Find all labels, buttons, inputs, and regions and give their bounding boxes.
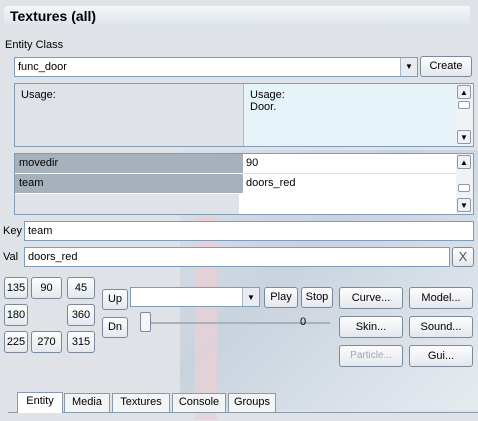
usage-left: Usage: <box>15 84 244 146</box>
value-cell: 90 <box>243 154 459 174</box>
table-row[interactable]: movedir 90 <box>15 154 459 174</box>
val-label: Val <box>3 251 19 263</box>
skin-button[interactable]: Skin... <box>339 316 403 338</box>
tab-baseline <box>8 412 478 413</box>
chevron-up-icon[interactable]: ▲ <box>457 85 471 99</box>
tab-console[interactable]: Console <box>172 393 226 412</box>
angle-45-button[interactable]: 45 <box>67 277 95 299</box>
angle-90-button[interactable]: 90 <box>31 277 62 299</box>
usage-panel: Usage: Usage: Door. ▲ ▼ <box>14 83 474 147</box>
stop-button[interactable]: Stop <box>301 287 333 308</box>
value-cell: doors_red <box>243 174 459 193</box>
sound-button[interactable]: Sound... <box>409 316 473 338</box>
tab-entity[interactable]: Entity <box>17 392 63 413</box>
angle-315-button[interactable]: 315 <box>67 331 95 353</box>
keyvalue-list: movedir 90 team doors_red ▲ ▼ <box>14 153 474 215</box>
table-row[interactable]: team doors_red <box>15 174 459 194</box>
tab-textures[interactable]: Textures <box>112 393 170 412</box>
play-button[interactable]: Play <box>264 287 298 308</box>
panel-title: Textures (all) <box>4 6 470 26</box>
entity-class-value: func_door <box>18 61 67 73</box>
scroll-thumb[interactable] <box>458 101 470 109</box>
tab-media[interactable]: Media <box>64 393 110 412</box>
angle-225-button[interactable]: 225 <box>4 331 28 353</box>
up-button[interactable]: Up <box>102 289 128 310</box>
key-cell: team <box>15 174 243 193</box>
angle-360-button[interactable]: 360 <box>67 304 95 326</box>
chevron-up-icon[interactable]: ▲ <box>457 155 471 169</box>
entity-class-select[interactable]: func_door ▼ <box>14 57 418 77</box>
usage-text: Door. <box>250 101 277 113</box>
usage-right: Usage: Door. <box>244 84 456 146</box>
entity-class-label: Entity Class <box>5 39 64 51</box>
chevron-down-icon[interactable]: ▼ <box>457 198 471 212</box>
scroll-thumb[interactable] <box>458 184 470 192</box>
chevron-down-icon[interactable]: ▼ <box>242 288 259 306</box>
chevron-down-icon[interactable]: ▼ <box>400 58 417 76</box>
angle-180-button[interactable]: 180 <box>4 304 28 326</box>
volume-slider-thumb[interactable] <box>140 312 151 332</box>
key-input[interactable]: team <box>24 221 474 241</box>
key-label: Key <box>3 225 22 237</box>
curve-button[interactable]: Curve... <box>339 287 403 309</box>
create-button[interactable]: Create <box>420 56 472 77</box>
angle-270-button[interactable]: 270 <box>31 331 62 353</box>
keyvalue-scrollbar[interactable]: ▲ ▼ <box>456 154 473 214</box>
gui-button[interactable]: Gui... <box>409 345 473 367</box>
key-cell: movedir <box>15 154 243 174</box>
angle-135-button[interactable]: 135 <box>4 277 28 299</box>
clear-icon[interactable]: X <box>452 247 474 267</box>
model-button[interactable]: Model... <box>409 287 473 309</box>
sound-select[interactable]: ▼ <box>130 287 260 307</box>
slider-value: 0 <box>300 316 307 328</box>
usage-left-label: Usage: <box>21 89 56 101</box>
particle-button[interactable]: Particle... <box>339 345 403 367</box>
usage-title: Usage: <box>250 89 285 101</box>
tab-groups[interactable]: Groups <box>228 393 276 412</box>
chevron-down-icon[interactable]: ▼ <box>457 130 471 144</box>
empty-row <box>15 194 239 214</box>
usage-scrollbar[interactable]: ▲ ▼ <box>456 84 473 146</box>
down-button[interactable]: Dn <box>102 317 128 338</box>
val-input[interactable]: doors_red <box>24 247 450 267</box>
